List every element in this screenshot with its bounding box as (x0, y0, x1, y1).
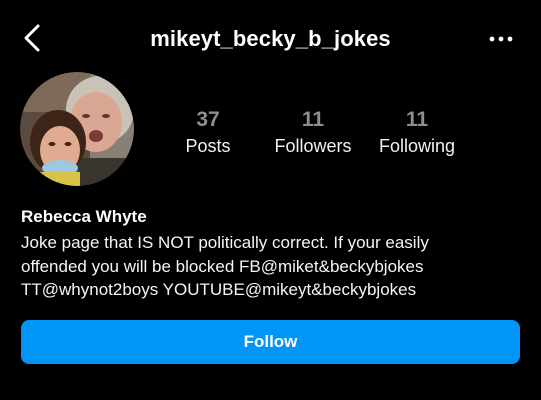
stat-followers[interactable]: 11 Followers (266, 108, 360, 157)
bio-line: offended you will be blocked FB@miket&be… (21, 256, 424, 276)
bio-line: Joke page that IS NOT politically correc… (21, 233, 429, 252)
stat-followers-count: 11 (301, 108, 325, 131)
stat-following-count: 11 (405, 108, 429, 131)
profile-photo (20, 72, 134, 186)
stat-followers-label: Followers (274, 136, 352, 156)
stat-following[interactable]: 11 Following (372, 108, 462, 157)
bio-line: TT@whynot2boys YOUTUBE@mikeyt&beckybjoke… (21, 280, 417, 299)
profile-display-name: Rebecca Whyte (21, 207, 147, 226)
stat-posts-count: 37 (196, 108, 220, 131)
follow-button[interactable]: Follow (21, 320, 520, 364)
profile-header: mikeyt_becky_b_jokes (0, 0, 541, 78)
more-horizontal-icon (489, 36, 513, 42)
stat-posts-label: Posts (185, 136, 231, 156)
more-options-button[interactable] (487, 26, 515, 52)
stat-posts[interactable]: 37 Posts (176, 108, 240, 157)
profile-bio: Joke page that IS NOT politically correc… (21, 231, 526, 302)
stat-following-label: Following (378, 136, 456, 156)
profile-avatar[interactable] (20, 72, 134, 186)
profile-username: mikeyt_becky_b_jokes (150, 26, 391, 51)
